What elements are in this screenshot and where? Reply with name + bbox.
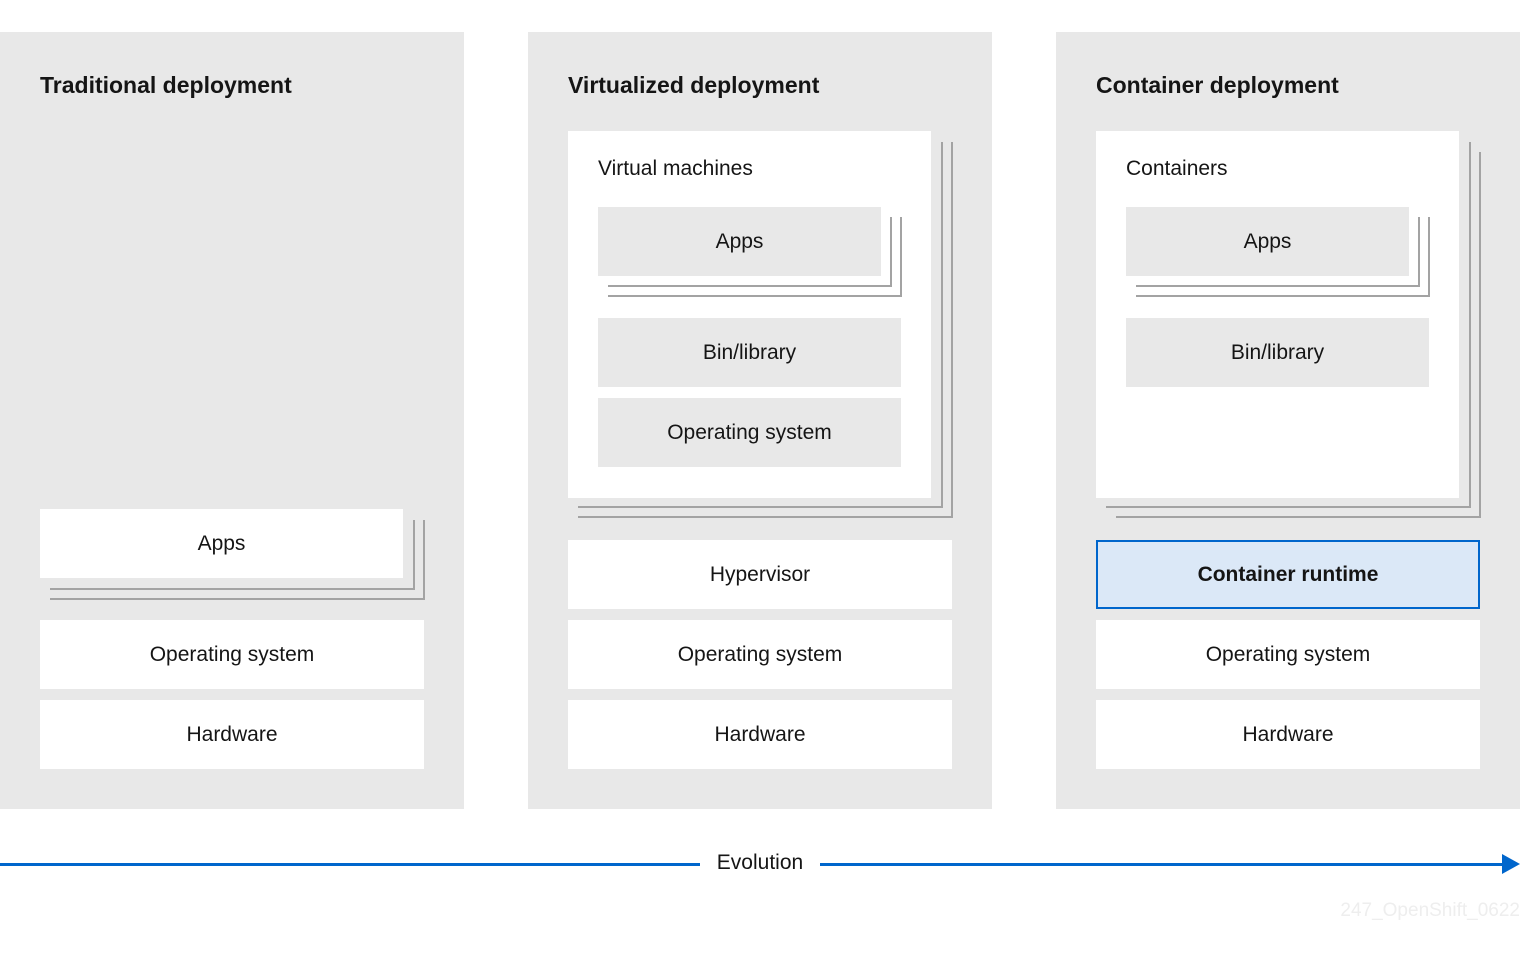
- virtualized-deployment-panel: Virtualized deployment Virtual machines …: [528, 32, 992, 809]
- apps-box: Apps: [1126, 207, 1409, 276]
- container-deployment-panel: Container deployment Containers Apps Bin…: [1056, 32, 1520, 809]
- os-box: Operating system: [598, 398, 901, 467]
- os-layer: Operating system: [1096, 620, 1480, 689]
- apps-box: Apps: [40, 509, 403, 578]
- virtual-machines-group: Virtual machines Apps Bin/library Operat…: [568, 131, 931, 498]
- arrow-right-icon: [1502, 854, 1520, 874]
- panel-title: Traditional deployment: [40, 72, 292, 98]
- hypervisor-layer: Hypervisor: [568, 540, 952, 609]
- traditional-deployment-panel: Traditional deployment Apps Operating sy…: [0, 32, 464, 809]
- hardware-layer: Hardware: [568, 700, 952, 769]
- bin-library-box: Bin/library: [598, 318, 901, 387]
- evolution-label: Evolution: [716, 851, 804, 874]
- evolution-line-left: [0, 863, 700, 866]
- evolution-line-right: [820, 863, 1504, 866]
- hardware-layer: Hardware: [40, 700, 424, 769]
- group-label: Containers: [1126, 157, 1228, 180]
- containers-group: Containers Apps Bin/library: [1096, 131, 1459, 498]
- group-label: Virtual machines: [598, 157, 753, 180]
- os-layer: Operating system: [40, 620, 424, 689]
- bin-library-box: Bin/library: [1126, 318, 1429, 387]
- container-runtime-layer: Container runtime: [1096, 540, 1480, 609]
- apps-box: Apps: [598, 207, 881, 276]
- hardware-layer: Hardware: [1096, 700, 1480, 769]
- panel-title: Virtualized deployment: [568, 72, 820, 98]
- figure-id-watermark: 247_OpenShift_0622: [1340, 900, 1520, 921]
- os-layer: Operating system: [568, 620, 952, 689]
- panel-title: Container deployment: [1096, 72, 1339, 98]
